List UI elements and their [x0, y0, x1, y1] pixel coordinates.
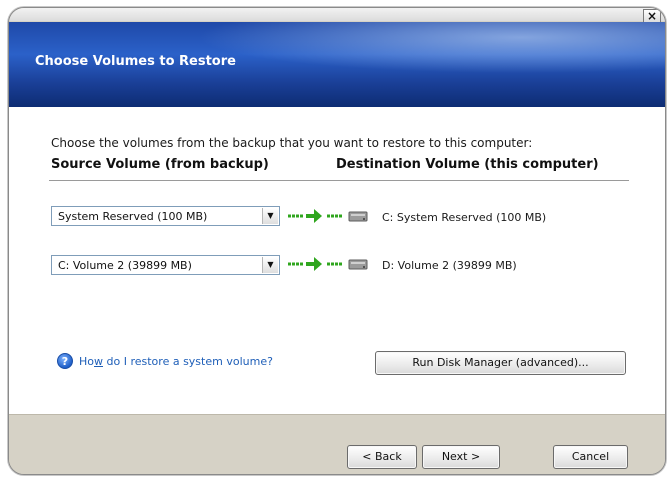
close-icon: × — [646, 9, 658, 23]
drive-icon — [348, 259, 368, 270]
destination-volume-1: C: System Reserved (100 MB) — [382, 211, 547, 224]
drive-icon — [348, 211, 368, 222]
main-content: Choose the volumes from the backup that … — [9, 107, 665, 414]
help-link-text-a: Ho — [79, 354, 95, 368]
mapping-connector-2 — [288, 257, 368, 271]
dropdown-button[interactable]: ▼ — [262, 208, 278, 224]
title-bar: × — [9, 8, 665, 24]
instruction-text: Choose the volumes from the backup that … — [51, 136, 533, 150]
dialog-window: × Choose Volumes to Restore Choose the v… — [8, 7, 666, 475]
header-banner: Choose Volumes to Restore — [9, 22, 665, 108]
back-button[interactable]: < Back — [347, 445, 417, 469]
source-column-header: Source Volume (from backup) — [51, 157, 269, 172]
source-volume-select-1[interactable]: System Reserved (100 MB) ▼ — [51, 206, 280, 226]
mapping-connector-1 — [288, 209, 368, 223]
footer-bar: < Back Next > Cancel — [9, 414, 665, 474]
destination-volume-2: D: Volume 2 (39899 MB) — [382, 259, 517, 272]
dropdown-button[interactable]: ▼ — [262, 257, 278, 273]
help-link-accelerator: w — [94, 354, 104, 368]
question-icon: ? — [57, 353, 73, 369]
page-title: Choose Volumes to Restore — [35, 54, 236, 69]
source-volume-select-2[interactable]: C: Volume 2 (39899 MB) ▼ — [51, 255, 280, 275]
help-link[interactable]: How do I restore a system volume? — [79, 355, 273, 368]
destination-column-header: Destination Volume (this computer) — [336, 157, 599, 172]
run-disk-manager-button[interactable]: Run Disk Manager (advanced)... — [375, 351, 626, 375]
cancel-button[interactable]: Cancel — [553, 445, 628, 469]
green-arrow-icon — [306, 257, 322, 271]
green-arrow-icon — [306, 209, 322, 223]
next-button[interactable]: Next > — [422, 445, 500, 469]
dropdown-arrow-icon: ▼ — [267, 211, 274, 220]
divider — [49, 180, 629, 181]
dropdown-arrow-icon: ▼ — [267, 260, 274, 269]
source-volume-value: C: Volume 2 (39899 MB) — [58, 259, 192, 272]
help-area: ? How do I restore a system volume? — [57, 353, 273, 369]
help-link-text-b: do I restore a system volume? — [103, 354, 273, 368]
source-volume-value: System Reserved (100 MB) — [58, 210, 208, 223]
